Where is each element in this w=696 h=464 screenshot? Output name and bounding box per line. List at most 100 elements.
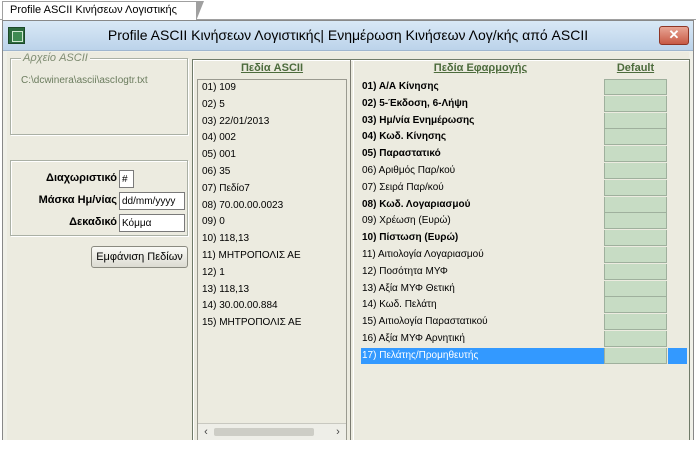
ascii-field-item[interactable]: 03) 22/01/2013 — [202, 116, 269, 131]
app-field-row[interactable]: 16) Αξία ΜΥΦ Αρνητική — [357, 331, 687, 348]
window-title: Profile ASCII Κινήσεων Λογιστικής| Ενημέ… — [107, 27, 589, 43]
date-mask-label: Μάσκα Ημ/νίας — [38, 194, 117, 206]
default-header: Default — [616, 62, 655, 74]
app-field-row[interactable]: 05) Παραστατικό — [357, 146, 687, 163]
ascii-file-group: Αρχείο ASCII C:\dcwinera\ascii\ascIogtr.… — [10, 52, 188, 135]
ascii-fields-list[interactable]: ‹ › 01) 109 02) 5 03) 22/01/2013 04) 002 05)… — [197, 79, 347, 441]
app-field-label[interactable]: 10) Πίστωση (Ευρώ) — [361, 230, 604, 246]
date-mask-row: Μάσκα Ημ/νίας — [11, 192, 189, 210]
app-field-row[interactable]: 07) Σειρά Παρ/κού — [357, 179, 687, 197]
app-field-row[interactable]: 13) Αξία ΜΥΦ Θετική — [357, 280, 687, 298]
app-field-default-cell[interactable] — [604, 247, 667, 263]
ascii-field-item[interactable]: 14) 30.00.00.884 — [202, 300, 278, 315]
tab-profile-ascii[interactable]: Profile ASCII Κινήσεων Λογιστικής — [2, 1, 204, 21]
app-field-label[interactable]: 04) Κωδ. Κίνησης — [361, 129, 604, 145]
decimal-label: Δεκαδικό — [69, 216, 117, 228]
scrollbar-thumb[interactable] — [214, 428, 314, 436]
app-field-default-cell[interactable] — [604, 263, 667, 280]
app-field-label[interactable]: 16) Αξία ΜΥΦ Αρνητική — [361, 331, 604, 347]
ascii-file-legend: Αρχείο ASCII — [21, 52, 90, 64]
app-field-default-cell[interactable] — [604, 179, 667, 196]
app-field-row[interactable]: 03) Ημ/νία Ενημέρωσης — [357, 112, 687, 130]
app-field-default-cell[interactable] — [604, 213, 667, 230]
app-field-default-cell[interactable] — [604, 230, 667, 247]
app-fields-list[interactable]: 01) Α/Α Κίνησης 02) 5-Έκδοση, 6-Λήψη 03) Η… — [357, 79, 687, 441]
app-field-label[interactable]: 08) Κωδ. Λογαριασμού — [361, 197, 604, 213]
decimal-row: Δεκαδικό — [11, 214, 189, 232]
dialog-window: Profile ASCII Κινήσεων Λογιστικής| Ενημέ… — [2, 20, 694, 462]
separator-row: Διαχωριστικό — [11, 170, 189, 188]
app-field-default-cell[interactable] — [604, 95, 667, 112]
app-field-label[interactable]: 14) Κωδ. Πελάτη — [361, 297, 604, 313]
app-field-row[interactable]: 17) Πελάτης/Προμηθευτής — [357, 347, 687, 365]
fields-mapping-panel: Πεδία ASCII ‹ › 01) 109 02) 5 03) 22/01/20… — [192, 59, 690, 445]
app-field-default-cell[interactable] — [604, 314, 667, 331]
app-field-row[interactable]: 15) Αιτιολογία Παραστατικού — [357, 314, 687, 331]
app-field-default-cell[interactable] — [604, 146, 667, 163]
app-field-label[interactable]: 03) Ημ/νία Ενημέρωσης — [361, 113, 604, 129]
title-bar[interactable]: Profile ASCII Κινήσεων Λογιστικής| Ενημέ… — [3, 21, 693, 51]
app-field-label[interactable]: 02) 5-Έκδοση, 6-Λήψη — [361, 96, 604, 112]
app-field-row[interactable]: 10) Πίστωση (Ευρώ) — [357, 230, 687, 247]
selection-highlight — [668, 347, 687, 364]
ascii-field-item[interactable]: 01) 109 — [202, 82, 236, 97]
panel-divider — [350, 60, 354, 444]
app-field-row[interactable]: 12) Ποσότητα ΜΥΦ — [357, 263, 687, 281]
app-field-row[interactable]: 14) Κωδ. Πελάτη — [357, 297, 687, 314]
app-field-default-cell[interactable] — [604, 280, 667, 297]
bottom-strip — [0, 440, 696, 464]
separator-input[interactable] — [119, 170, 134, 188]
scroll-left-icon[interactable]: ‹ — [200, 426, 212, 438]
show-fields-button[interactable]: Εμφάνιση Πεδίων — [91, 246, 188, 268]
app-field-row[interactable]: 01) Α/Α Κίνησης — [357, 79, 687, 96]
ascii-field-item[interactable]: 12) 1 — [202, 267, 225, 282]
app-field-default-cell[interactable] — [604, 347, 667, 364]
app-field-default-cell[interactable] — [604, 79, 667, 95]
app-field-default-cell[interactable] — [604, 196, 667, 213]
scroll-right-icon[interactable]: › — [332, 426, 344, 438]
import-options-group: Διαχωριστικό Μάσκα Ημ/νίας Δεκαδικό — [10, 160, 188, 236]
ascii-file-path: C:\dcwinera\ascii\ascIogtr.txt — [21, 75, 148, 86]
ascii-field-item[interactable]: 05) 001 — [202, 149, 236, 164]
ascii-field-item[interactable]: 11) ΜΗΤΡΟΠΟΛΙΣ ΑΕ — [202, 250, 301, 265]
app-field-label[interactable]: 13) Αξία ΜΥΦ Θετική — [361, 281, 604, 297]
ascii-field-item[interactable]: 07) Πεδίο7 — [202, 183, 250, 198]
dialog-body: Αρχείο ASCII C:\dcwinera\ascii\ascIogtr.… — [7, 52, 690, 459]
ascii-field-item[interactable]: 13) 118,13 — [202, 284, 249, 299]
decimal-input[interactable] — [119, 214, 185, 232]
app-field-label[interactable]: 05) Παραστατικό — [361, 146, 604, 162]
ascii-field-item[interactable]: 04) 002 — [202, 132, 236, 147]
app-field-default-cell[interactable] — [604, 112, 667, 129]
tab-strip: Profile ASCII Κινήσεων Λογιστικής — [0, 0, 696, 21]
app-field-row[interactable]: 11) Αιτιολογία Λογαριασμού — [357, 247, 687, 264]
app-field-default-cell[interactable] — [604, 297, 667, 314]
app-field-default-cell[interactable] — [604, 331, 667, 347]
close-button[interactable]: ✕ — [659, 26, 689, 45]
app-field-label[interactable]: 09) Χρέωση (Ευρώ) — [361, 213, 604, 229]
app-field-label[interactable]: 17) Πελάτης/Προμηθευτής — [361, 347, 604, 364]
ascii-field-item[interactable]: 02) 5 — [202, 99, 225, 114]
ascii-fields-header: Πεδία ASCII — [240, 62, 304, 74]
ascii-field-item[interactable]: 10) 118,13 — [202, 233, 249, 248]
app-field-row[interactable]: 09) Χρέωση (Ευρώ) — [357, 213, 687, 230]
app-field-row[interactable]: 04) Κωδ. Κίνησης — [357, 129, 687, 146]
app-field-label[interactable]: 12) Ποσότητα ΜΥΦ — [361, 264, 604, 280]
app-field-row[interactable]: 08) Κωδ. Λογαριασμού — [357, 196, 687, 214]
app-field-label[interactable]: 06) Αριθμός Παρ/κού — [361, 163, 604, 179]
app-field-row[interactable]: 02) 5-Έκδοση, 6-Λήψη — [357, 95, 687, 113]
ascii-field-item[interactable]: 15) ΜΗΤΡΟΠΟΛΙΣ ΑΕ — [202, 317, 301, 332]
date-mask-input[interactable] — [119, 192, 185, 210]
horizontal-scrollbar[interactable]: ‹ › — [198, 423, 346, 440]
app-field-default-cell[interactable] — [604, 129, 667, 146]
app-field-label[interactable]: 11) Αιτιολογία Λογαριασμού — [361, 247, 604, 263]
ascii-field-item[interactable]: 08) 70.00.00.0023 — [202, 200, 283, 215]
ascii-field-item[interactable]: 09) 0 — [202, 216, 225, 231]
app-field-label[interactable]: 15) Αιτιολογία Παραστατικού — [361, 314, 604, 330]
app-field-row[interactable]: 06) Αριθμός Παρ/κού — [357, 163, 687, 180]
separator-label: Διαχωριστικό — [46, 172, 117, 184]
ascii-field-item[interactable]: 06) 35 — [202, 166, 230, 181]
app-fields-header: Πεδία Εφαρμογής — [433, 62, 528, 74]
app-field-label[interactable]: 07) Σειρά Παρ/κού — [361, 180, 604, 196]
app-field-label[interactable]: 01) Α/Α Κίνησης — [361, 79, 604, 95]
app-field-default-cell[interactable] — [604, 163, 667, 179]
